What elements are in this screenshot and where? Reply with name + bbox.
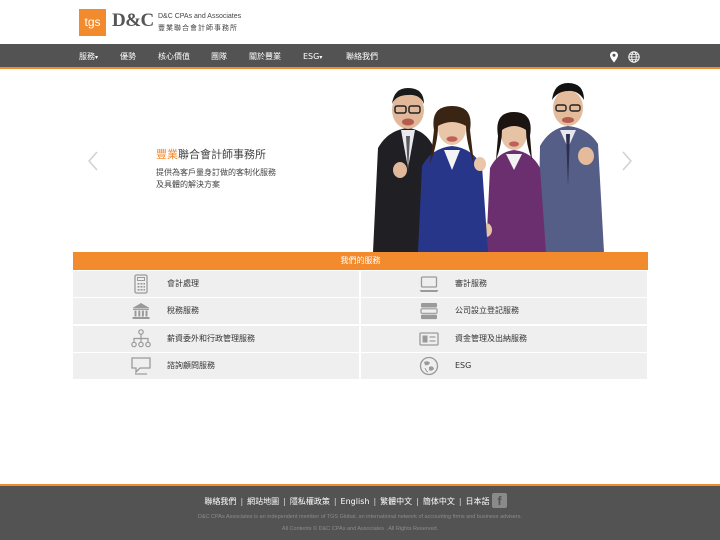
hero-subtitle-line1: 提供為客戶量身訂做的客制化服務	[156, 168, 276, 177]
hero-subtitle-line2: 及具體的解決方案	[156, 180, 220, 189]
service-label: 資金管理及出納服務	[455, 334, 527, 343]
footer-link-traditional-chinese[interactable]: 繁體中文	[380, 497, 412, 506]
nav-item-team[interactable]: 團隊	[211, 44, 227, 69]
service-audit[interactable]: 審計服務	[361, 271, 647, 297]
service-label: 諮詢顧問服務	[167, 361, 215, 370]
calculator-icon	[134, 274, 148, 294]
footer-link-privacy[interactable]: 隱私權政策	[290, 497, 330, 506]
footer-links: 聯絡我們 | 網站地圖 | 隱私權政策 | English | 繁體中文 | 簡体中文 | 日本語	[0, 496, 720, 507]
nav-item-advantages[interactable]: 優勢	[120, 44, 136, 69]
footer-link-contact[interactable]: 聯絡我們	[204, 497, 236, 506]
nav-item-about[interactable]: 關於豐業	[249, 44, 281, 69]
service-tax[interactable]: 稅務服務	[73, 298, 359, 324]
footer-link-sitemap[interactable]: 網站地圖	[247, 497, 279, 506]
tgs-logo[interactable]: tgs	[79, 9, 106, 36]
brand-name-zh: 豐業聯合會計師事務所	[158, 24, 238, 32]
nav-item-contact[interactable]: 聯絡我們	[346, 44, 378, 69]
chat-icon	[131, 357, 151, 375]
footer-network-note: D&C CPAs Associates is an independent me…	[197, 514, 523, 520]
service-label: 審計服務	[455, 279, 487, 288]
nav-item-services[interactable]: 服務▾	[79, 44, 98, 69]
separator: |	[458, 497, 462, 506]
nav-item-esg[interactable]: ESG▾	[303, 44, 322, 69]
service-payroll[interactable]: 薪資委外和行政管理服務	[73, 326, 359, 352]
server-icon	[420, 303, 438, 320]
service-accounting[interactable]: 會計處理	[73, 271, 359, 297]
facebook-icon[interactable]: f	[492, 493, 507, 508]
separator: |	[333, 497, 337, 506]
bank-icon	[132, 303, 150, 319]
service-label: 薪資委外和行政管理服務	[167, 334, 255, 343]
brand-name-en: D&C CPAs and Associates	[158, 13, 242, 20]
service-label: 稅務服務	[167, 306, 199, 315]
footer-link-japanese[interactable]: 日本語	[466, 497, 490, 506]
service-treasury[interactable]: 資金管理及出納服務	[361, 326, 647, 352]
hero-title: 豐業聯合會計師事務所	[156, 148, 266, 161]
service-label: 公司設立登記服務	[455, 306, 519, 315]
footer-copyright: All Contents © D&C CPAs and Associates .…	[281, 526, 439, 532]
nav-item-core-values[interactable]: 核心價值	[158, 44, 190, 69]
footer-link-english[interactable]: English	[341, 497, 370, 506]
separator: |	[283, 497, 286, 506]
org-chart-icon	[131, 329, 151, 348]
service-label: 會計處理	[167, 279, 199, 288]
team-photo	[373, 83, 604, 252]
service-esg[interactable]: ESG	[361, 353, 647, 379]
money-icon	[419, 332, 439, 346]
site-header: tgs D&C D&C CPAs and Associates 豐業聯合會計師事…	[0, 0, 720, 44]
service-label: ESG	[455, 361, 472, 370]
location-pin-icon[interactable]	[608, 51, 620, 63]
globe-leaf-icon	[419, 356, 439, 376]
services-heading: 我們的服務	[73, 252, 648, 270]
dc-logo-text[interactable]: D&C	[112, 10, 154, 32]
separator: |	[416, 497, 419, 506]
service-consulting[interactable]: 諮詢顧問服務	[73, 353, 359, 379]
separator: |	[373, 497, 377, 506]
service-company-registration[interactable]: 公司設立登記服務	[361, 298, 647, 324]
laptop-icon	[419, 276, 439, 292]
globe-icon[interactable]	[628, 51, 640, 63]
separator: |	[240, 497, 244, 506]
footer-link-simplified-chinese[interactable]: 簡体中文	[423, 497, 455, 506]
carousel-prev-arrow-icon[interactable]	[86, 150, 100, 172]
carousel-next-arrow-icon[interactable]	[620, 150, 634, 172]
